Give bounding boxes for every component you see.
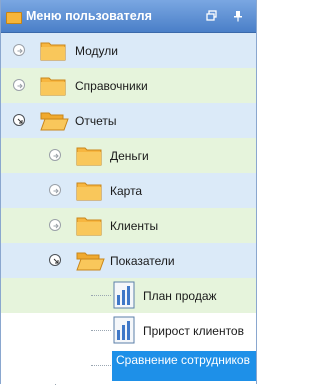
- report-icon: [113, 316, 135, 344]
- tree-item-reports[interactable]: Отчеты: [1, 103, 256, 138]
- tree-item-modules[interactable]: Модули: [1, 33, 256, 68]
- folder-icon: [39, 37, 67, 63]
- expand-arrow-icon[interactable]: [49, 149, 61, 161]
- folder-open-icon: [75, 247, 105, 273]
- collapse-arrow-icon[interactable]: [49, 254, 61, 266]
- selection-highlight[interactable]: Сравнение сотрудников: [112, 351, 256, 381]
- folder-icon: [75, 212, 103, 238]
- tree-item-label: Прирост клиентов: [143, 324, 244, 338]
- tree-item-directories[interactable]: Справочники: [1, 68, 256, 103]
- tree-item-money[interactable]: Деньги: [1, 138, 256, 173]
- folder-icon: [75, 142, 103, 168]
- tree-guide: [91, 365, 111, 366]
- tree-item-label: Модули: [75, 44, 118, 58]
- folder-icon: [39, 72, 67, 98]
- expand-arrow-icon[interactable]: [13, 79, 25, 91]
- user-menu-panel: Меню пользователя Модули Справочники Отч…: [0, 0, 257, 385]
- report-icon: [113, 281, 135, 309]
- folder-icon: [75, 177, 103, 203]
- expand-arrow-icon[interactable]: [49, 219, 61, 231]
- tree-item-label: Справочники: [75, 79, 148, 93]
- tree-item-employee-comparison[interactable]: Сравнение сотрудников: [1, 348, 256, 384]
- tree-item-label: Показатели: [110, 254, 175, 268]
- tree-guide: [91, 330, 111, 331]
- tree-item-label: План продаж: [143, 289, 217, 303]
- tree-item-clients[interactable]: Клиенты: [1, 208, 256, 243]
- expand-arrow-icon[interactable]: [13, 44, 25, 56]
- tree-item-map[interactable]: Карта: [1, 173, 256, 208]
- panel-title: Меню пользователя: [26, 9, 152, 23]
- restore-window-icon[interactable]: [205, 9, 219, 23]
- tree-item-sales-plan[interactable]: План продаж: [1, 278, 256, 313]
- folder-open-icon: [39, 107, 69, 133]
- tree-item-label: Деньги: [110, 149, 149, 163]
- tree-item-label: Карта: [110, 184, 143, 198]
- tree-item-client-growth[interactable]: Прирост клиентов: [1, 313, 256, 348]
- tree-item-label: Клиенты: [110, 219, 159, 233]
- tree-item-label: Отчеты: [75, 114, 117, 128]
- folder-icon: [6, 12, 22, 24]
- panel-header: Меню пользователя: [1, 0, 256, 33]
- tree-guide: [91, 295, 111, 296]
- collapse-arrow-icon[interactable]: [13, 114, 25, 126]
- tree-item-label: Сравнение сотрудников: [116, 353, 250, 367]
- pin-icon[interactable]: [231, 9, 245, 23]
- expand-arrow-icon[interactable]: [49, 184, 61, 196]
- tree-item-indicators[interactable]: Показатели: [1, 243, 256, 278]
